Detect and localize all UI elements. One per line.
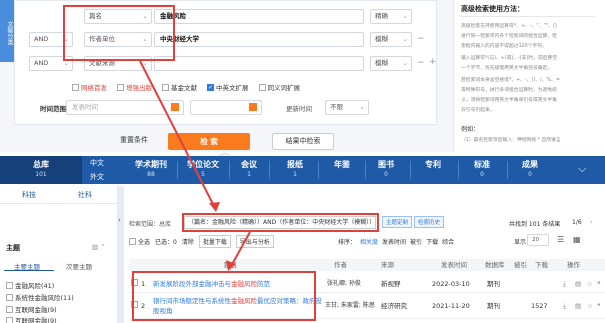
annotation-arrow-line	[229, 231, 251, 269]
annotation-arrow-head	[209, 202, 220, 212]
annotation-arrow-line	[139, 60, 217, 211]
annotation-arrows	[139, 60, 251, 271]
